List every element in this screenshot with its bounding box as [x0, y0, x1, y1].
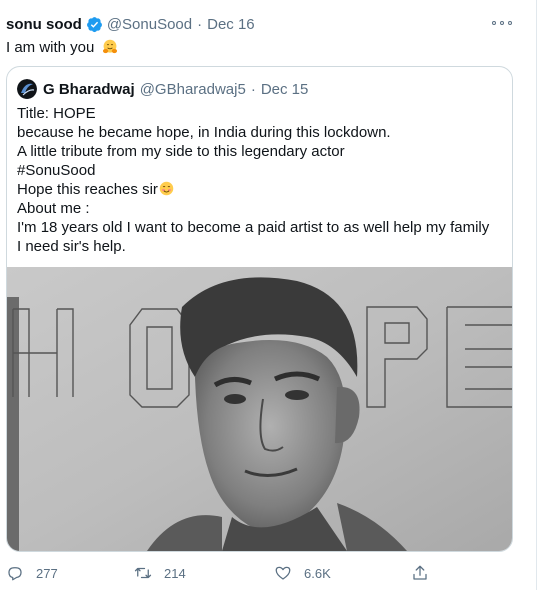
smile-emoji-icon [159, 181, 174, 196]
quoted-line: because he became hope, in India during … [17, 124, 391, 141]
tweet-actions: 277 214 6.6K [0, 560, 536, 588]
author-handle[interactable]: @SonuSood [107, 16, 192, 33]
tweet: sonu sood @SonuSood · Dec 16 I am with y… [0, 0, 536, 590]
hug-emoji-icon [102, 39, 117, 54]
pencil-sketch-image[interactable] [7, 267, 512, 551]
tweet-header: sonu sood @SonuSood · Dec 16 [6, 14, 255, 34]
quoted-line: Title: HOPE [17, 105, 96, 122]
quoted-text: Title: HOPE because he became hope, in I… [17, 104, 507, 256]
quoted-line: I need sir's help. [17, 238, 126, 255]
more-icon[interactable] [492, 17, 512, 29]
share-button[interactable] [411, 564, 441, 582]
like-button[interactable]: 6.6K [274, 564, 331, 582]
tweet-text-content: I am with you [6, 39, 95, 56]
timeline-border [536, 0, 537, 590]
author-name[interactable]: sonu sood [6, 16, 82, 33]
quoted-line-with-emoji: Hope this reaches sir [17, 180, 507, 199]
like-icon [275, 566, 291, 580]
quoted-author-handle[interactable]: @GBharadwaj5 [140, 81, 246, 98]
quoted-line: Hope this reaches sir [17, 181, 158, 198]
reply-count: 277 [36, 565, 58, 581]
separator-dot: · [197, 15, 203, 33]
quoted-line: A little tribute from my side to this le… [17, 143, 345, 160]
quoted-separator-dot: · [250, 80, 256, 98]
quoted-line: About me : [17, 200, 90, 217]
like-count: 6.6K [304, 565, 331, 581]
share-icon [413, 565, 427, 580]
verified-badge-icon [86, 16, 102, 32]
tweet-date[interactable]: Dec 16 [207, 16, 255, 33]
reply-button[interactable]: 277 [6, 564, 58, 582]
quoted-tweet[interactable]: G Bharadwaj @GBharadwaj5 · Dec 15 Title:… [6, 66, 513, 552]
quoted-avatar[interactable] [17, 79, 37, 99]
retweet-icon [134, 567, 152, 579]
reply-icon [8, 567, 22, 581]
tweet-text: I am with you [6, 38, 118, 58]
quoted-header: G Bharadwaj @GBharadwaj5 · Dec 15 [17, 79, 308, 99]
quoted-line: I'm 18 years old I want to become a paid… [17, 219, 490, 236]
quoted-date[interactable]: Dec 15 [261, 81, 309, 98]
quoted-author-name[interactable]: G Bharadwaj [43, 81, 135, 98]
retweet-count: 214 [164, 565, 186, 581]
retweet-button[interactable]: 214 [134, 564, 186, 582]
quoted-hashtag[interactable]: #SonuSood [17, 161, 507, 180]
